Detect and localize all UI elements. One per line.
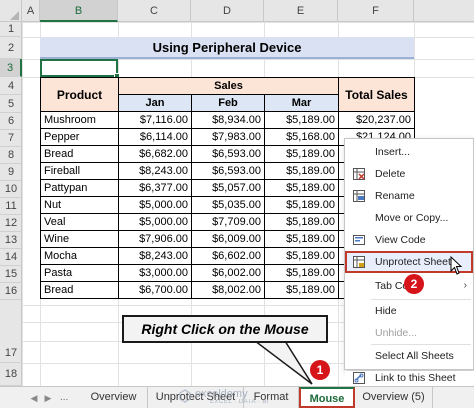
watermark-tagline: EXCEL · DATA · BI bbox=[210, 399, 270, 405]
more-tabs[interactable]: ... bbox=[60, 387, 68, 408]
sheet-tab-overview-5[interactable]: Overview (5) bbox=[355, 387, 433, 408]
tab-next-icon[interactable]: ▶ bbox=[42, 387, 54, 408]
sheet-tab-mouse[interactable]: Mouse bbox=[299, 387, 355, 408]
sheet-tab-overview[interactable]: Overview bbox=[80, 387, 148, 408]
instruction-callout: Right Click on the Mouse bbox=[122, 315, 328, 343]
watermark-logo-icon bbox=[179, 389, 191, 403]
tab-prev-icon[interactable]: ◀ bbox=[28, 387, 40, 408]
callout-pointer bbox=[252, 340, 313, 385]
